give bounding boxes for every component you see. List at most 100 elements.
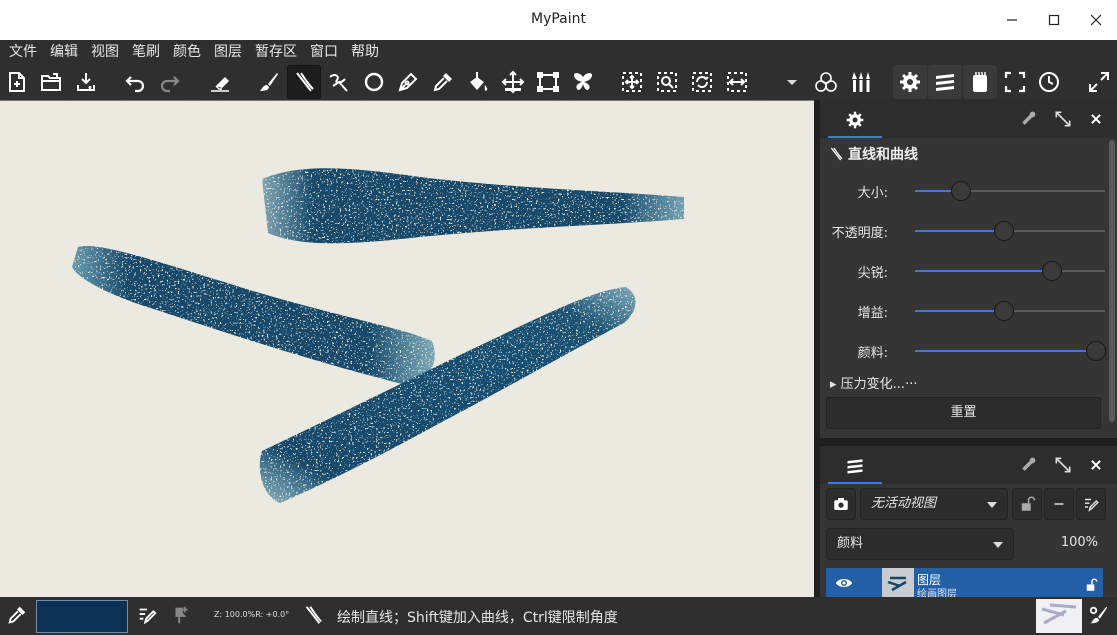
slider-paint-track[interactable] bbox=[915, 341, 1106, 361]
tab-tool-options[interactable] bbox=[828, 103, 882, 138]
slider-size-track[interactable] bbox=[915, 181, 1105, 201]
layers-settings-button[interactable] bbox=[1018, 455, 1038, 475]
camera-icon bbox=[834, 498, 848, 510]
layer-opacity-value[interactable]: 100% bbox=[1038, 535, 1098, 550]
canvas-preview-thumbnail[interactable] bbox=[1036, 599, 1082, 633]
rotate-view-button[interactable] bbox=[685, 65, 719, 99]
slider-gain-track[interactable] bbox=[915, 301, 1105, 321]
settings-panel-button[interactable] bbox=[893, 65, 927, 99]
panel-divider[interactable] bbox=[820, 438, 1117, 446]
undo-button[interactable] bbox=[118, 65, 152, 99]
layers-panel-header bbox=[820, 446, 1117, 484]
slider-opacity-track[interactable] bbox=[915, 221, 1105, 241]
eraser-mode-button[interactable] bbox=[203, 65, 237, 99]
frame-icon bbox=[537, 72, 559, 92]
slider-sharpness-track[interactable] bbox=[915, 261, 1105, 281]
menu-view[interactable]: 视图 bbox=[86, 40, 124, 64]
layers-panel-button[interactable] bbox=[928, 65, 962, 99]
notepad-icon bbox=[973, 72, 987, 92]
brush-panels-button[interactable] bbox=[844, 65, 878, 99]
view-remove-button[interactable] bbox=[1044, 488, 1074, 520]
panel-settings-button[interactable] bbox=[1018, 109, 1038, 129]
color-panels-button[interactable] bbox=[809, 65, 843, 99]
slider-sharpness-knob[interactable] bbox=[1042, 261, 1062, 281]
menu-bar: 文件 编辑 视图 笔刷 颜色 图层 暂存区 窗口 帮助 bbox=[0, 40, 1117, 64]
slider-opacity-knob[interactable] bbox=[994, 221, 1014, 241]
fullscreen-button[interactable] bbox=[998, 65, 1032, 99]
menu-help[interactable]: 帮助 bbox=[346, 40, 384, 64]
menu-scratchpad[interactable]: 暂存区 bbox=[250, 40, 302, 64]
maximize-button[interactable] bbox=[1042, 8, 1066, 32]
snapshot-button[interactable] bbox=[826, 488, 856, 520]
slider-paint-knob[interactable] bbox=[1086, 341, 1106, 361]
ellipse-button[interactable] bbox=[357, 65, 391, 99]
slider-gain-knob[interactable] bbox=[994, 301, 1014, 321]
eyedropper-icon bbox=[433, 73, 452, 92]
layers-detach-button[interactable] bbox=[1053, 455, 1073, 475]
symmetry-button[interactable] bbox=[566, 65, 600, 99]
save-button[interactable] bbox=[69, 65, 103, 99]
layer-lock-toggle[interactable] bbox=[1085, 577, 1099, 591]
tab-layers[interactable] bbox=[828, 449, 882, 484]
history-button[interactable] bbox=[1032, 65, 1066, 99]
slider-size-knob[interactable] bbox=[951, 181, 971, 201]
wrench-icon bbox=[1022, 111, 1036, 125]
visibility-toggle[interactable] bbox=[834, 574, 856, 592]
menu-layer[interactable]: 图层 bbox=[209, 40, 247, 64]
lines-and-curves-button[interactable] bbox=[287, 65, 321, 99]
connected-lines-button[interactable] bbox=[322, 65, 356, 99]
blend-mode-select[interactable]: 颜料 bbox=[826, 528, 1014, 560]
eyedropper-icon bbox=[8, 606, 26, 624]
new-document-button[interactable] bbox=[0, 65, 34, 99]
tool-options-header bbox=[820, 100, 1117, 138]
panel-detach-button[interactable] bbox=[1053, 109, 1073, 129]
brush-editor-button[interactable] bbox=[136, 604, 158, 626]
zoom-rotation-readout: Z: 100.0%R: +0.0° bbox=[214, 610, 290, 619]
view-edit-button[interactable] bbox=[1076, 488, 1106, 520]
panel-close-button[interactable] bbox=[1086, 109, 1106, 129]
color-picker-button[interactable] bbox=[426, 65, 460, 99]
move-layer-button[interactable] bbox=[496, 65, 530, 99]
current-tool-icon-holder bbox=[302, 604, 324, 626]
chevron-down-icon bbox=[993, 542, 1003, 548]
color-picker-button[interactable] bbox=[6, 604, 28, 626]
view-select[interactable]: 无活动视图 bbox=[860, 488, 1008, 520]
redo-button[interactable] bbox=[153, 65, 187, 99]
zoom-view-button[interactable] bbox=[650, 65, 684, 99]
menu-window[interactable]: 窗口 bbox=[305, 40, 343, 64]
tool-options-panel: 直线和曲线 大小: 不透明度: 尖锐: 增益: 颜料: ▸ 压力变化...···… bbox=[820, 100, 1117, 438]
frame-button[interactable] bbox=[531, 65, 565, 99]
view-lock-button[interactable] bbox=[1012, 488, 1042, 520]
brush-settings-button[interactable] bbox=[1088, 604, 1110, 626]
fill-button[interactable] bbox=[461, 65, 495, 99]
current-color-swatch[interactable] bbox=[36, 600, 128, 633]
brush-pin-button[interactable] bbox=[170, 604, 192, 626]
slider-gain-fill bbox=[915, 310, 1004, 312]
undo-icon bbox=[125, 76, 145, 93]
more-menu-button[interactable] bbox=[775, 65, 809, 99]
inking-button[interactable] bbox=[391, 65, 425, 99]
tool-options-title: 直线和曲线 bbox=[828, 144, 918, 164]
pan-view-button[interactable] bbox=[615, 65, 649, 99]
tool-name: 直线和曲线 bbox=[848, 147, 918, 163]
scratchpad-button[interactable] bbox=[963, 65, 997, 99]
menu-brush[interactable]: 笔刷 bbox=[127, 40, 165, 64]
reset-button[interactable]: 重置 bbox=[826, 397, 1101, 429]
close-button[interactable] bbox=[1084, 8, 1108, 32]
menu-edit[interactable]: 编辑 bbox=[45, 40, 83, 64]
menu-file[interactable]: 文件 bbox=[4, 40, 42, 64]
paintbrush-icon bbox=[260, 73, 278, 91]
expand-arrows-icon bbox=[1089, 72, 1109, 92]
tool-options-scrollbar[interactable] bbox=[1109, 140, 1115, 422]
layer-row[interactable]: 图层 绘画图层 bbox=[826, 568, 1103, 600]
expand-button[interactable] bbox=[1082, 65, 1116, 99]
mirror-view-button[interactable] bbox=[720, 65, 754, 99]
menu-color[interactable]: 颜色 bbox=[168, 40, 206, 64]
status-message: 绘制直线；Shift键加入曲线，Ctrl键限制角度 bbox=[337, 610, 618, 626]
minimize-button[interactable] bbox=[1000, 8, 1024, 32]
pressure-variation-expander[interactable]: ▸ 压力变化...··· bbox=[830, 373, 917, 392]
drawing-canvas[interactable] bbox=[0, 100, 814, 597]
open-file-button[interactable] bbox=[34, 65, 68, 99]
layers-close-button[interactable] bbox=[1086, 455, 1106, 475]
freehand-brush-button[interactable] bbox=[252, 65, 286, 99]
